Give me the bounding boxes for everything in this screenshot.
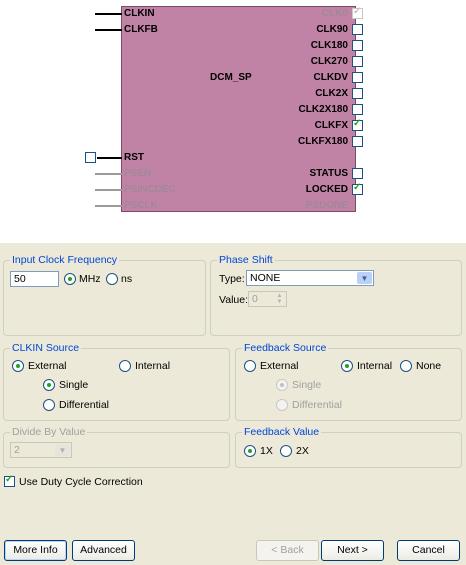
clk270-checkbox[interactable] xyxy=(352,56,363,67)
feedback-internal-label: Internal xyxy=(357,360,393,372)
clkfb-wire xyxy=(95,29,122,31)
pin-clkfb: CLKFB xyxy=(124,24,158,35)
phase-shift-legend: Phase Shift xyxy=(217,254,275,266)
psen-wire xyxy=(95,173,122,175)
ns-radio[interactable] xyxy=(106,273,118,285)
phase-shift-type-select[interactable]: NONE ▼ xyxy=(246,270,374,286)
clkfx180-checkbox[interactable] xyxy=(352,136,363,147)
pin-psdone: PSDONE xyxy=(305,200,348,211)
pin-clk0: CLK0 xyxy=(321,8,348,19)
feedback-value-legend: Feedback Value xyxy=(242,426,322,438)
pin-clkdv: CLKDV xyxy=(313,72,348,83)
back-button[interactable]: < Back xyxy=(256,540,319,561)
dcm-symbol-diagram: DCM_SP CLKIN CLKFB RST PSEN PSINCDEC PSC… xyxy=(0,0,466,243)
duty-cycle-checkbox[interactable] xyxy=(4,474,15,487)
pin-clk2x180: CLK2X180 xyxy=(298,104,348,115)
locked-checkbox[interactable] xyxy=(352,182,363,195)
spinner-arrows-icon: ▲ ▼ xyxy=(276,293,283,305)
psincdec-wire xyxy=(95,189,122,191)
dcm-title: DCM_SP xyxy=(210,72,252,83)
clkin-internal-label: Internal xyxy=(135,360,171,372)
next-button[interactable]: Next > xyxy=(321,540,384,561)
status-checkbox[interactable] xyxy=(352,168,363,179)
feedback-external-label: External xyxy=(260,360,299,372)
rst-checkbox[interactable] xyxy=(85,152,96,163)
feedback-external-radio[interactable] xyxy=(244,360,256,372)
more-info-button[interactable]: More Info xyxy=(4,540,67,561)
feedback-none-label: None xyxy=(416,360,442,372)
clkin-single-radio[interactable] xyxy=(43,379,55,391)
divide-by-value-select[interactable]: 2 ▼ xyxy=(10,442,72,458)
rst-wire xyxy=(97,157,122,159)
duty-cycle-label: Use Duty Cycle Correction xyxy=(19,476,143,488)
clkin-single-label: Single xyxy=(59,379,89,391)
clkin-differential-radio[interactable] xyxy=(43,399,55,411)
feedback-2x-label: 2X xyxy=(296,445,309,457)
pin-psincdec: PSINCDEC xyxy=(124,184,176,195)
pin-rst: RST xyxy=(124,152,144,163)
divide-by-value: 2 xyxy=(14,444,20,456)
pin-psclk: PSCLK xyxy=(124,200,158,211)
feedback-none-radio[interactable] xyxy=(400,360,412,372)
clkdv-checkbox[interactable] xyxy=(352,72,363,83)
clkin-wire xyxy=(95,13,122,15)
mhz-radio[interactable] xyxy=(64,273,76,285)
chevron-down-icon: ▼ xyxy=(55,444,70,456)
pin-clk270: CLK270 xyxy=(310,56,348,67)
pin-clk90: CLK90 xyxy=(316,24,348,35)
cancel-button[interactable]: Cancel xyxy=(397,540,460,561)
clk0-checkbox[interactable] xyxy=(352,6,363,19)
pin-clkin: CLKIN xyxy=(124,8,155,19)
psclk-wire xyxy=(95,205,122,207)
phase-shift-type-value: NONE xyxy=(250,272,281,284)
feedback-source-group xyxy=(235,348,462,421)
clkin-external-label: External xyxy=(28,360,67,372)
feedback-differential-label: Differential xyxy=(292,399,342,411)
feedback-differential-radio[interactable] xyxy=(276,399,288,411)
feedback-2x-radio[interactable] xyxy=(280,445,292,457)
divide-by-value-legend: Divide By Value xyxy=(10,426,88,438)
advanced-button[interactable]: Advanced xyxy=(72,540,135,561)
clkin-source-group xyxy=(3,348,230,421)
clk2x-checkbox[interactable] xyxy=(352,88,363,99)
clkfx-checkbox[interactable] xyxy=(352,118,363,131)
pin-clkfx: CLKFX xyxy=(314,120,348,131)
pin-psen: PSEN xyxy=(124,168,152,179)
phase-shift-type-label: Type: xyxy=(219,273,245,285)
ns-label: ns xyxy=(121,273,133,285)
chevron-down-icon: ▼ xyxy=(357,272,372,284)
pin-clk180: CLK180 xyxy=(310,40,348,51)
feedback-internal-radio[interactable] xyxy=(341,360,353,372)
clk2x180-checkbox[interactable] xyxy=(352,104,363,115)
feedback-single-radio[interactable] xyxy=(276,379,288,391)
feedback-1x-radio[interactable] xyxy=(244,445,256,457)
feedback-single-label: Single xyxy=(292,379,322,391)
input-clock-frequency-field[interactable]: 50 xyxy=(10,271,59,287)
clk90-checkbox[interactable] xyxy=(352,24,363,35)
input-clock-frequency-legend: Input Clock Frequency xyxy=(10,254,120,266)
clkin-external-radio[interactable] xyxy=(12,360,24,372)
clkin-internal-radio[interactable] xyxy=(119,360,131,372)
pin-clkfx180: CLKFX180 xyxy=(297,136,348,147)
clkin-source-legend: CLKIN Source xyxy=(10,342,82,354)
feedback-source-legend: Feedback Source xyxy=(242,342,329,354)
feedback-1x-label: 1X xyxy=(260,445,273,457)
pin-status: STATUS xyxy=(309,168,348,179)
phase-shift-value-label: Value: xyxy=(219,294,248,306)
mhz-label: MHz xyxy=(79,273,101,285)
phase-shift-value: 0 xyxy=(252,293,258,305)
pin-clk2x: CLK2X xyxy=(315,88,348,99)
clk180-checkbox[interactable] xyxy=(352,40,363,51)
clkin-differential-label: Differential xyxy=(59,399,109,411)
phase-shift-value-spinner[interactable]: 0 ▲ ▼ xyxy=(248,291,287,307)
pin-locked: LOCKED xyxy=(305,184,348,195)
